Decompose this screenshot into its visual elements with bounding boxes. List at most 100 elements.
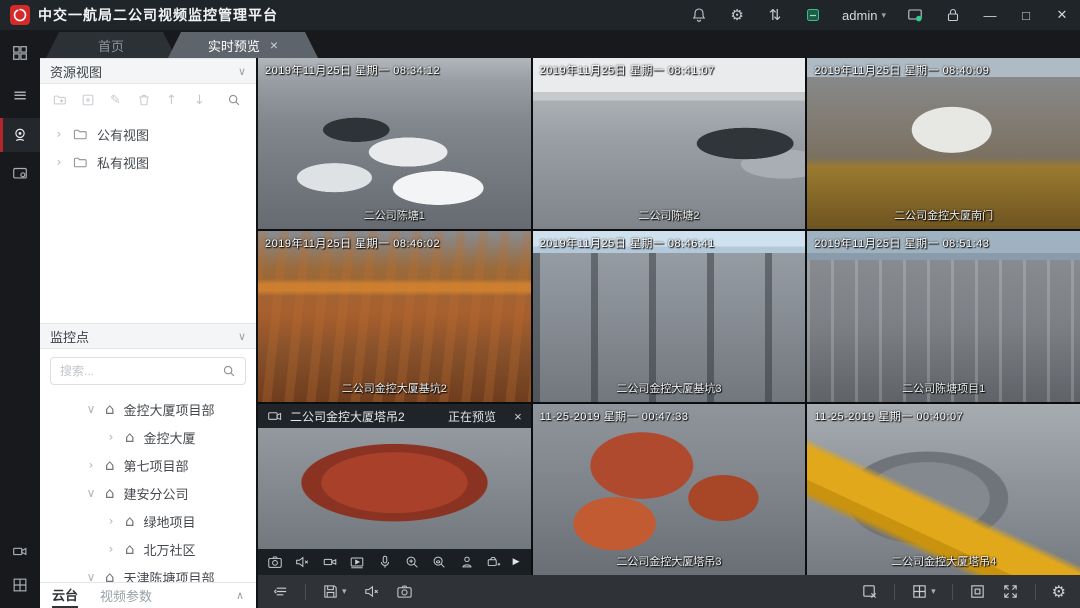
- home-icon: ⌂: [125, 512, 135, 530]
- instant-playback-icon[interactable]: [348, 553, 366, 571]
- user-menu[interactable]: admin ▾: [842, 8, 886, 23]
- close-all-icon[interactable]: [861, 583, 878, 600]
- search-input[interactable]: [60, 364, 216, 378]
- resource-view-header[interactable]: 资源视图 ∨: [40, 58, 256, 84]
- footer-collapse-icon[interactable]: ∧: [236, 589, 244, 602]
- tab-video-params[interactable]: 视频参数: [100, 583, 152, 608]
- video-cell-7-selected[interactable]: 二公司金控大厦塔吊2 正在预览 ×: [258, 404, 531, 575]
- sort-updown-icon[interactable]: ⇅: [766, 6, 784, 24]
- tree-item-public-views[interactable]: › 公有视图: [40, 120, 256, 148]
- playback-folder-icon[interactable]: [0, 156, 40, 190]
- snapshot-all-icon[interactable]: [396, 583, 413, 600]
- video-cell-2[interactable]: 2019年11月25日 星期一 08:41:07 二公司陈塘2: [533, 58, 806, 229]
- search-icon[interactable]: [222, 364, 236, 378]
- live-preview-camera-icon[interactable]: [0, 118, 40, 152]
- screen-wall-grid-icon[interactable]: [0, 568, 40, 602]
- divider: [305, 584, 306, 600]
- tree-item-site[interactable]: › ⌂ 绿地项目: [40, 507, 256, 535]
- bottom-toolbar: ▾: [258, 575, 1080, 608]
- tree-item-label: 第七项目部: [124, 456, 189, 475]
- digital-zoom-icon[interactable]: [403, 553, 421, 571]
- tree-item-site[interactable]: ∨ ⌂ 金控大厦项目部: [40, 395, 256, 423]
- stop-all-streams-icon[interactable]: [272, 583, 289, 600]
- osd-camera-name: 二公司金控大厦塔吊4: [807, 553, 1080, 569]
- edit-icon[interactable]: ✎: [108, 93, 123, 108]
- expand-icon[interactable]: ∨: [86, 402, 96, 416]
- tree-item-site[interactable]: ∨ ⌂ 天津陈塘项目部: [40, 563, 256, 582]
- left-rail: ≡: [0, 30, 40, 608]
- tree-item-private-views[interactable]: › 私有视图: [40, 148, 256, 176]
- zoom-3d-icon[interactable]: [430, 553, 448, 571]
- search-box: [50, 357, 246, 385]
- avatar-icon[interactable]: [804, 6, 822, 24]
- osd-timestamp: 2019年11月25日 星期一 08:40:09: [814, 62, 989, 78]
- rail-spacer: [0, 190, 40, 534]
- screen-layout-icon[interactable]: ▾: [911, 583, 936, 600]
- osd-timestamp: 2019年11月25日 星期一 08:51:43: [814, 235, 989, 251]
- fullscreen-icon[interactable]: [1002, 583, 1019, 600]
- settings-gear-icon[interactable]: ⚙: [1052, 582, 1066, 601]
- ptz-settings-icon[interactable]: [485, 553, 503, 571]
- add-view-icon[interactable]: [80, 93, 95, 108]
- video-cell-5[interactable]: 2019年11月25日 星期一 08:46:41 二公司金控大厦基坑3: [533, 231, 806, 402]
- menu-list-icon[interactable]: ≡: [0, 78, 40, 112]
- monitor-collapse-icon[interactable]: ∨: [238, 330, 246, 343]
- tree-item-site[interactable]: › ⌂ 金控大厦: [40, 423, 256, 451]
- divider: [952, 584, 953, 600]
- video-cell-3[interactable]: 2019年11月25日 星期一 08:40:09 二公司金控大厦南门: [807, 58, 1080, 229]
- monitor-points-header[interactable]: 监控点 ∨: [40, 323, 256, 349]
- left-panel: 资源视图 ∨: [40, 58, 258, 608]
- video-grid: 2019年11月25日 星期一 08:34:12 二公司陈塘1 2019年11月…: [258, 58, 1080, 575]
- expand-icon[interactable]: ›: [54, 127, 64, 141]
- video-cell-9[interactable]: 11-25-2019 星期一 00:40:07 二公司金控大厦塔吊4: [807, 404, 1080, 575]
- apps-grid-icon[interactable]: [0, 36, 40, 70]
- resource-toolbar: ✎ ↑ ↓: [40, 84, 256, 116]
- mute-speaker-icon[interactable]: [293, 553, 311, 571]
- expand-icon[interactable]: ∨: [86, 486, 96, 500]
- settings-gear-icon[interactable]: ⚙: [728, 6, 746, 24]
- cell-close-icon[interactable]: ×: [514, 409, 522, 424]
- maximize-button[interactable]: □: [1018, 8, 1034, 23]
- expand-icon[interactable]: ∨: [86, 570, 96, 582]
- osd-camera-name: 二公司陈塘2: [533, 207, 806, 223]
- close-button[interactable]: ✕: [1054, 7, 1070, 23]
- session-status-icon[interactable]: [906, 6, 924, 24]
- original-size-icon[interactable]: [969, 583, 986, 600]
- tree-item-site[interactable]: › ⌂ 北万社区: [40, 535, 256, 563]
- move-up-icon[interactable]: ↑: [164, 93, 179, 108]
- tab-home[interactable]: 首页: [46, 32, 176, 58]
- resource-collapse-icon[interactable]: ∨: [238, 65, 246, 78]
- expand-icon[interactable]: ›: [106, 514, 116, 528]
- notification-bell-icon[interactable]: [690, 6, 708, 24]
- move-down-icon[interactable]: ↓: [192, 93, 207, 108]
- home-icon: ⌂: [105, 484, 115, 502]
- chevron-down-icon[interactable]: ▾: [931, 587, 936, 597]
- snapshot-icon[interactable]: [266, 553, 284, 571]
- delete-trash-icon[interactable]: [136, 93, 151, 108]
- record-icon[interactable]: [321, 553, 339, 571]
- record-save-icon[interactable]: ▾: [322, 583, 347, 600]
- minimize-button[interactable]: —: [982, 8, 998, 23]
- tab-ptz[interactable]: 云台: [52, 583, 78, 608]
- tree-item-site[interactable]: › ⌂ 第七项目部: [40, 451, 256, 479]
- video-wall-camera-icon[interactable]: [0, 534, 40, 568]
- more-tools-icon[interactable]: ▶: [513, 557, 523, 567]
- video-cell-4[interactable]: 2019年11月25日 星期一 08:46:02 二公司金控大厦基坑2: [258, 231, 531, 402]
- video-cell-8[interactable]: 11-25-2019 星期一 00:47:33 二公司金控大厦塔吊3: [533, 404, 806, 575]
- expand-icon[interactable]: ›: [106, 542, 116, 556]
- expand-icon[interactable]: ›: [54, 155, 64, 169]
- video-cell-6[interactable]: 2019年11月25日 星期一 08:51:43 二公司陈塘项目1: [807, 231, 1080, 402]
- search-icon[interactable]: [226, 93, 241, 108]
- tab-live-preview[interactable]: 实时预览 ×: [168, 32, 318, 58]
- lock-icon[interactable]: [944, 6, 962, 24]
- two-way-audio-mic-icon[interactable]: [376, 553, 394, 571]
- expand-icon[interactable]: ›: [106, 430, 116, 444]
- tree-item-site[interactable]: ∨ ⌂ 建安分公司: [40, 479, 256, 507]
- video-cell-1[interactable]: 2019年11月25日 星期一 08:34:12 二公司陈塘1: [258, 58, 531, 229]
- chevron-down-icon[interactable]: ▾: [342, 587, 347, 597]
- mute-all-icon[interactable]: [363, 583, 380, 600]
- tab-close-icon[interactable]: ×: [270, 37, 278, 53]
- expand-icon[interactable]: ›: [86, 458, 96, 472]
- preset-position-icon[interactable]: [458, 553, 476, 571]
- add-folder-icon[interactable]: [52, 93, 67, 108]
